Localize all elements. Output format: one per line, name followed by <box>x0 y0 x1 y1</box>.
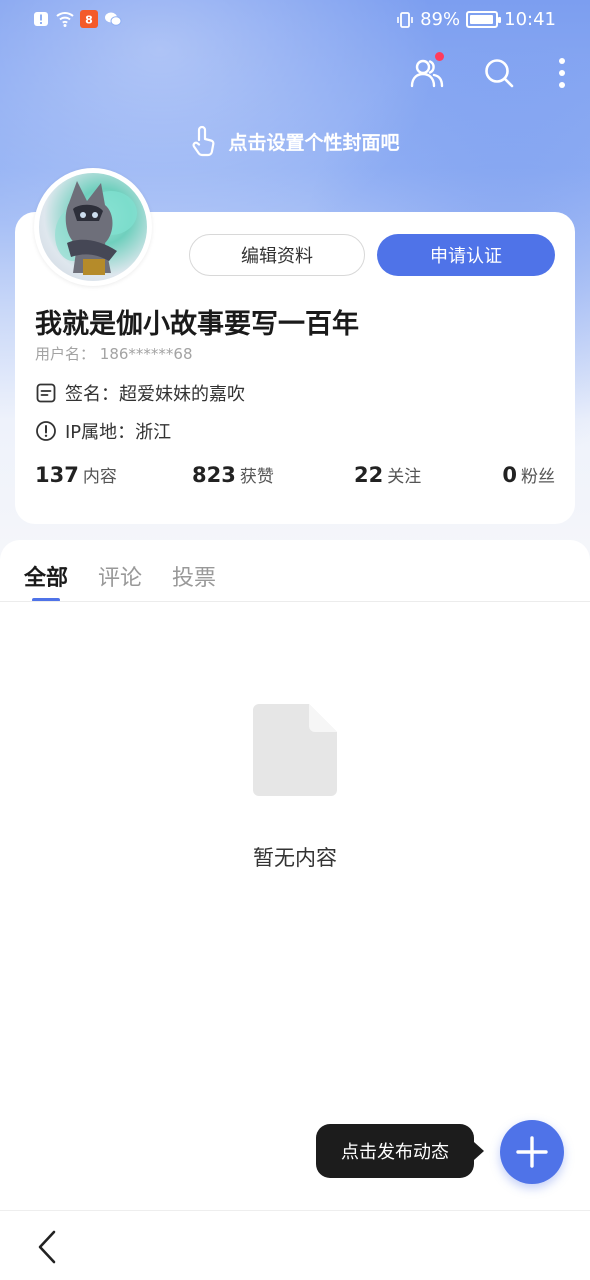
tab-bar: 全部 评论 投票 <box>24 560 216 600</box>
tab-comments[interactable]: 评论 <box>98 560 142 600</box>
status-right: 89% 10:41 <box>396 9 556 30</box>
empty-state: 暂无内容 <box>0 702 590 872</box>
avatar[interactable] <box>34 168 152 286</box>
navigation-bar <box>0 1210 590 1280</box>
battery-icon <box>466 11 502 28</box>
back-button[interactable] <box>32 1227 62 1267</box>
stat-number: 0 <box>502 463 517 487</box>
clock: 10:41 <box>504 9 556 30</box>
empty-document-icon <box>253 704 337 796</box>
app-notification-icon: 8 <box>80 10 98 28</box>
stat-likes[interactable]: 823 获赞 <box>192 462 274 487</box>
status-bar: 8 89% 10:41 <box>0 0 590 40</box>
username-label: 用户名： <box>35 345 96 363</box>
status-left: 8 <box>32 10 122 28</box>
friends-button[interactable] <box>408 52 446 92</box>
avatar-image <box>39 173 147 281</box>
tap-hand-icon <box>192 125 215 157</box>
ip-location-row: IP属地：浙江 <box>35 418 171 444</box>
plus-icon <box>516 1136 548 1168</box>
stat-label: 粉丝 <box>521 467 555 487</box>
username-value: 186******68 <box>99 345 193 363</box>
cover-hint[interactable]: 点击设置个性封面吧 <box>0 124 590 158</box>
signature-row: 签名：超爱妹妹的嘉吹 <box>35 380 245 406</box>
signature-label: 签名： <box>65 384 119 405</box>
cover-hint-text: 点击设置个性封面吧 <box>228 131 400 154</box>
alert-icon <box>32 10 50 28</box>
info-circle-icon <box>36 421 56 441</box>
content-panel: 全部 评论 投票 暂无内容 <box>0 540 590 1210</box>
publish-button[interactable] <box>500 1120 564 1184</box>
ip-label: IP属地： <box>65 422 136 443</box>
svg-text:8: 8 <box>85 14 93 27</box>
wechat-icon <box>104 10 122 28</box>
chevron-left-icon <box>38 1230 56 1264</box>
stat-followers[interactable]: 0 粉丝 <box>502 462 555 487</box>
battery-percent: 89% <box>420 9 461 30</box>
stat-number: 22 <box>354 463 384 487</box>
stat-label: 关注 <box>387 467 422 487</box>
stat-label: 获赞 <box>239 467 274 487</box>
search-button[interactable] <box>480 54 518 92</box>
publish-tooltip: 点击发布动态 <box>316 1124 484 1178</box>
stats-row: 137 内容 823 获赞 22 关注 0 粉丝 <box>35 462 555 492</box>
tab-votes[interactable]: 投票 <box>172 560 216 600</box>
ip-value: 浙江 <box>135 422 172 443</box>
signature-icon <box>36 383 56 403</box>
vibrate-icon <box>396 11 414 29</box>
empty-state-text: 暂无内容 <box>253 846 337 870</box>
more-button[interactable] <box>552 54 572 92</box>
friends-icon <box>410 59 444 88</box>
username: 用户名： 186******68 <box>35 343 193 364</box>
signature-value: 超爱妹妹的嘉吹 <box>119 384 245 405</box>
more-vertical-icon <box>559 58 565 88</box>
edit-profile-button[interactable]: 编辑资料 <box>189 234 365 276</box>
stat-content[interactable]: 137 内容 <box>35 462 117 487</box>
apply-verification-button[interactable]: 申请认证 <box>377 234 555 276</box>
tab-divider <box>0 601 590 602</box>
stat-number: 823 <box>192 463 236 487</box>
nickname: 我就是伽小故事要写一百年 <box>35 309 359 340</box>
notification-dot <box>435 52 444 61</box>
top-actions <box>408 52 572 92</box>
tab-all[interactable]: 全部 <box>24 560 68 600</box>
stat-following[interactable]: 22 关注 <box>354 462 421 487</box>
search-icon <box>485 59 514 88</box>
stat-label: 内容 <box>82 467 117 487</box>
stat-number: 137 <box>35 463 79 487</box>
wifi-icon <box>56 10 74 28</box>
